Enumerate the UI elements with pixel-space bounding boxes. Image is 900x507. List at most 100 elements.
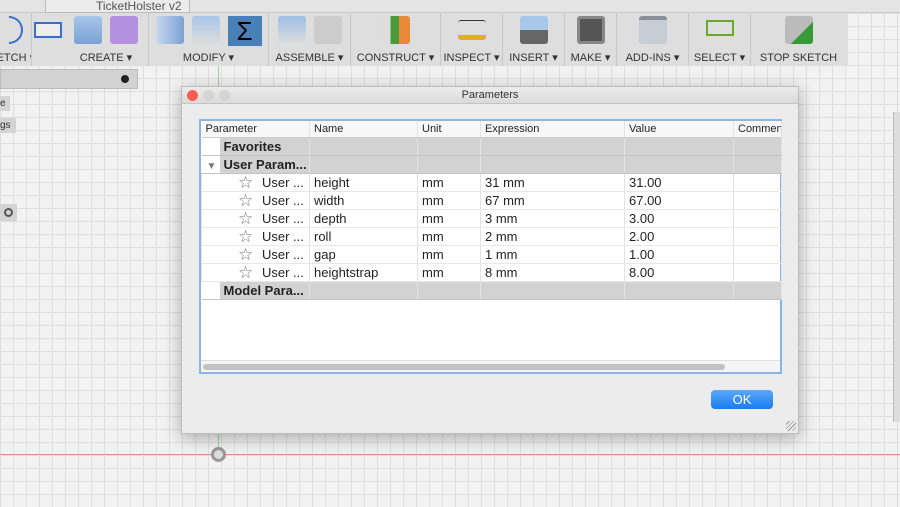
group-row-model-parameters[interactable]: Model Para... (201, 281, 782, 300)
left-radio[interactable] (0, 204, 17, 221)
3d-print-icon[interactable] (576, 16, 605, 44)
toolbar-group-insert[interactable]: INSERT ▾ (503, 13, 565, 66)
close-button[interactable] (187, 90, 198, 101)
param-unit[interactable]: mm (417, 263, 481, 282)
browser-panel-header[interactable] (0, 69, 138, 89)
origin-point[interactable] (211, 447, 226, 462)
param-name[interactable]: heightstrap (309, 263, 418, 282)
table-row[interactable]: ☆ User ... height mm 31 mm 31.00 (201, 173, 782, 192)
param-unit[interactable]: mm (417, 227, 481, 246)
document-tab[interactable]: TicketHolster v2 (45, 0, 190, 13)
table-row[interactable]: ☆ User ... width mm 67 mm 67.00 (201, 191, 782, 210)
param-expression[interactable]: 8 mm (480, 263, 625, 282)
select-icon[interactable] (705, 20, 734, 36)
new-component-icon[interactable] (277, 16, 306, 44)
table-row[interactable]: ☆ User ... depth mm 3 mm 3.00 (201, 209, 782, 228)
column-header-value[interactable]: Value (624, 121, 734, 138)
zoom-button[interactable] (219, 90, 230, 101)
column-header-unit[interactable]: Unit (417, 121, 481, 138)
param-value: 67.00 (624, 191, 734, 210)
favorite-star-icon[interactable]: ☆ (238, 209, 253, 226)
param-comment[interactable] (733, 245, 782, 264)
param-comment[interactable] (733, 191, 782, 210)
plane-icon[interactable] (381, 16, 410, 44)
toolbar-stop-sketch[interactable]: STOP SKETCH (751, 13, 846, 66)
x-axis-line (0, 454, 900, 455)
param-unit[interactable]: mm (417, 173, 481, 192)
table-row[interactable]: ☆ User ... gap mm 1 mm 1.00 (201, 245, 782, 264)
toolbar-group-label: INSERT ▾ (509, 52, 558, 64)
column-header-expression[interactable]: Expression (480, 121, 625, 138)
param-name[interactable]: height (309, 173, 418, 192)
scrollbar-thumb[interactable] (203, 364, 725, 370)
param-name[interactable]: roll (309, 227, 418, 246)
toolbar-group-addins[interactable]: ADD-INS ▾ (617, 13, 689, 66)
param-expression[interactable]: 3 mm (480, 209, 625, 228)
param-comment[interactable] (733, 173, 782, 192)
toolbar-group-label: CONSTRUCT ▾ (356, 52, 435, 64)
group-row-favorites[interactable]: Favorites (201, 137, 782, 156)
toolbar-group-create[interactable]: CREATE ▾ (64, 13, 149, 66)
toolbar-rectangle[interactable] (32, 13, 64, 66)
parameters-dialog: Parameters Parameter Name Unit Expressio… (181, 86, 799, 434)
toolbar-group-make[interactable]: MAKE ▾ (565, 13, 617, 66)
parameters-sigma-icon[interactable]: Σ (227, 16, 262, 46)
measure-icon[interactable] (457, 20, 486, 40)
collapse-icon[interactable] (121, 75, 129, 83)
insert-image-icon[interactable] (519, 16, 548, 44)
toolbar-group-label: INSPECT ▾ (443, 52, 500, 64)
column-header-comment[interactable]: Comment (733, 121, 782, 138)
toolbar-group-select[interactable]: SELECT ▾ (689, 13, 751, 66)
press-pull-icon[interactable] (155, 16, 184, 44)
toolbar-group-label: STOP SKETCH (759, 52, 838, 64)
stop-sketch-icon[interactable] (784, 16, 813, 44)
right-side-panel[interactable] (893, 112, 900, 422)
column-header-parameter[interactable]: Parameter (201, 121, 310, 138)
toolbar-group-construct[interactable]: CONSTRUCT ▾ (351, 13, 441, 66)
group-label: Model Para... (201, 281, 310, 300)
param-unit[interactable]: mm (417, 209, 481, 228)
group-row-user-parameters[interactable]: ▼ User Param... (201, 155, 782, 174)
left-button-2[interactable]: gs (0, 118, 16, 133)
toolbar-group-assemble[interactable]: ASSEMBLE ▾ (269, 13, 351, 66)
scripts-icon[interactable] (638, 16, 667, 44)
table-row[interactable]: ☆ User ... heightstrap mm 8 mm 8.00 (201, 263, 782, 282)
param-expression[interactable]: 1 mm (480, 245, 625, 264)
expand-triangle-icon[interactable]: ▼ (202, 161, 224, 172)
param-name[interactable]: width (309, 191, 418, 210)
column-header-name[interactable]: Name (309, 121, 418, 138)
ok-button[interactable]: OK (711, 390, 773, 409)
radio-icon (4, 208, 13, 217)
left-button-1[interactable]: e (0, 96, 10, 111)
form-icon[interactable] (110, 16, 138, 44)
param-comment[interactable] (733, 209, 782, 228)
param-name[interactable]: depth (309, 209, 418, 228)
param-expression[interactable]: 31 mm (480, 173, 625, 192)
toolbar-group-sketch[interactable]: SKETCH ▾ (0, 13, 32, 66)
param-unit[interactable]: mm (417, 245, 481, 264)
horizontal-scrollbar[interactable] (201, 360, 780, 372)
param-unit[interactable]: mm (417, 191, 481, 210)
table-row[interactable]: ☆ User ... roll mm 2 mm 2.00 (201, 227, 782, 246)
fillet-icon[interactable] (191, 16, 220, 44)
favorite-star-icon[interactable]: ☆ (238, 227, 253, 244)
resize-grip-icon[interactable] (786, 421, 796, 431)
dialog-title: Parameters (461, 89, 519, 101)
extrude-icon[interactable] (74, 16, 102, 44)
toolbar: SKETCH ▾ CREATE ▾ Σ MODIFY ▾ ASSEMBLE ▾ … (0, 13, 848, 66)
favorite-star-icon[interactable]: ☆ (238, 191, 253, 208)
minimize-button[interactable] (203, 90, 214, 101)
param-name[interactable]: gap (309, 245, 418, 264)
toolbar-group-modify[interactable]: Σ MODIFY ▾ (149, 13, 269, 66)
favorite-star-icon[interactable]: ☆ (238, 263, 253, 280)
param-comment[interactable] (733, 227, 782, 246)
param-comment[interactable] (733, 263, 782, 282)
joint-icon[interactable] (313, 16, 342, 44)
param-expression[interactable]: 67 mm (480, 191, 625, 210)
favorite-star-icon[interactable]: ☆ (238, 245, 253, 262)
toolbar-group-inspect[interactable]: INSPECT ▾ (441, 13, 503, 66)
arc-icon[interactable] (8, 16, 23, 44)
rectangle-icon[interactable] (34, 22, 62, 38)
favorite-star-icon[interactable]: ☆ (238, 173, 253, 190)
param-expression[interactable]: 2 mm (480, 227, 625, 246)
